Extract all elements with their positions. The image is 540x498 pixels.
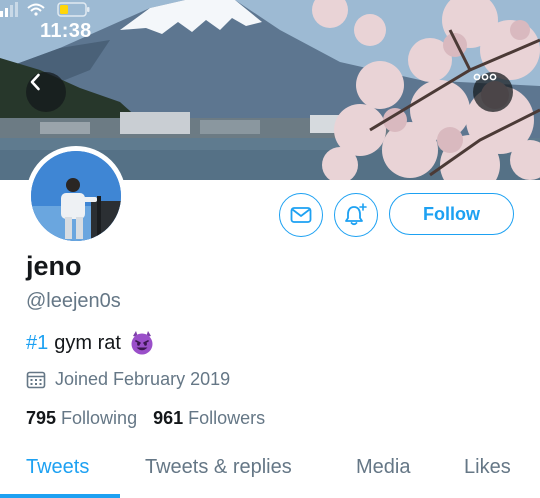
bio: #1 gym rat bbox=[26, 330, 155, 356]
tab-likes[interactable]: Likes bbox=[464, 456, 511, 479]
more-options-button[interactable] bbox=[473, 72, 513, 112]
bio-text: gym rat bbox=[54, 331, 121, 354]
envelope-icon bbox=[290, 207, 312, 223]
chevron-left-icon bbox=[30, 73, 40, 91]
signal-icon bbox=[0, 2, 18, 17]
status-time: 11:38 bbox=[40, 20, 92, 42]
tab-tweets-replies[interactable]: Tweets & replies bbox=[145, 456, 292, 479]
status-icons bbox=[0, 2, 90, 17]
back-button[interactable] bbox=[26, 72, 66, 112]
display-name: jeno bbox=[26, 251, 82, 281]
bell-plus-icon bbox=[345, 203, 367, 226]
calendar-icon bbox=[26, 371, 46, 388]
joined-date: Joined February 2019 bbox=[26, 369, 230, 390]
followers-label: Followers bbox=[188, 408, 266, 428]
bio-hashtag[interactable]: #1 bbox=[26, 332, 48, 355]
followers-count: 961 bbox=[153, 408, 184, 428]
following-link[interactable]: 795 Following bbox=[26, 408, 137, 429]
battery-icon bbox=[57, 2, 90, 17]
smiling-imp-emoji bbox=[131, 331, 153, 355]
following-label: Following bbox=[61, 408, 138, 428]
profile-tabs: Tweets Tweets & replies Media Likes bbox=[0, 446, 540, 498]
following-count: 795 bbox=[26, 408, 57, 428]
handle: @leejen0s bbox=[26, 290, 121, 312]
joined-text: Joined February 2019 bbox=[55, 369, 231, 389]
message-button[interactable] bbox=[279, 193, 323, 237]
more-dots-icon bbox=[473, 73, 497, 81]
active-tab-indicator bbox=[0, 494, 120, 498]
avatar-image bbox=[31, 151, 121, 241]
wifi-icon bbox=[27, 3, 45, 16]
tab-tweets[interactable]: Tweets bbox=[26, 456, 89, 479]
notifications-button[interactable] bbox=[334, 193, 378, 237]
follow-counts: 795 Following 961 Followers bbox=[26, 408, 265, 429]
tab-media[interactable]: Media bbox=[356, 456, 410, 479]
avatar[interactable] bbox=[26, 146, 126, 246]
followers-link[interactable]: 961 Followers bbox=[153, 408, 265, 429]
follow-button[interactable]: Follow bbox=[389, 193, 514, 235]
